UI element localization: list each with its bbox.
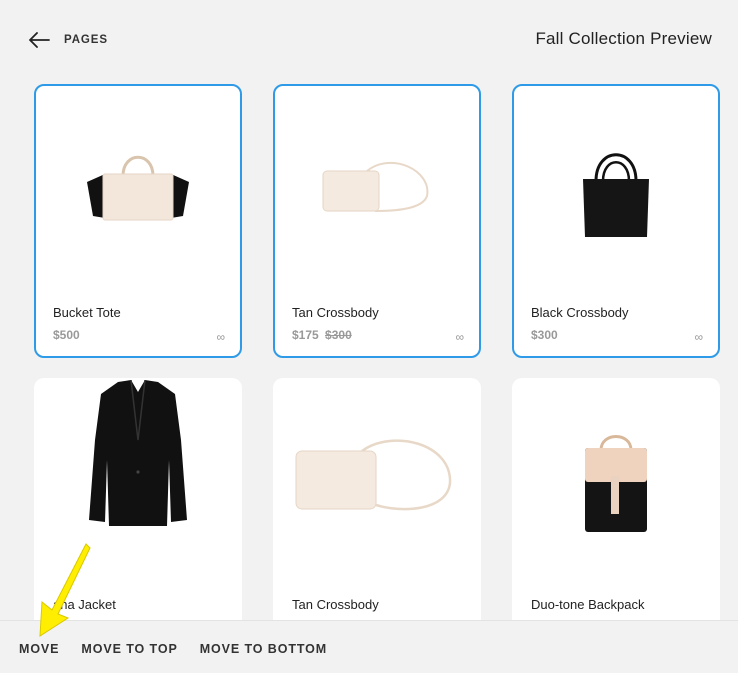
product-grid: Bucket Tote $500 ∞ Tan Crossbody $175 $3… (34, 84, 720, 638)
black-crossbody-image (514, 86, 718, 296)
back-label: PAGES (64, 34, 108, 46)
product-card[interactable]: Tan Crossbody (273, 378, 481, 638)
price: $300 (531, 328, 558, 342)
move-to-top-button[interactable]: MOVE TO TOP (81, 639, 177, 656)
backpack-image (514, 380, 718, 585)
product-card[interactable]: Black Crossbody $300 ∞ (512, 84, 720, 358)
product-price: $300 (531, 328, 558, 342)
product-card[interactable]: Tan Crossbody $175 $300 ∞ (273, 84, 481, 358)
product-name: Tan Crossbody (292, 597, 379, 612)
product-name: Black Crossbody (531, 305, 629, 320)
reorder-toolbar: MOVE MOVE TO TOP MOVE TO BOTTOM (0, 620, 738, 673)
arrow-left-icon (29, 32, 50, 48)
product-card[interactable]: Bucket Tote $500 ∞ (34, 84, 242, 358)
link-icon[interactable]: ∞ (455, 330, 464, 344)
product-name: Bucket Tote (53, 305, 121, 320)
yellow-arrow-pointer (39, 543, 91, 637)
price: $175 (292, 328, 319, 342)
product-price: $175 $300 (292, 328, 352, 342)
price: $500 (53, 328, 80, 342)
back-to-pages-link[interactable]: PAGES (28, 28, 108, 52)
product-card[interactable]: Duo-tone Backpack (512, 378, 720, 638)
product-name: Tan Crossbody (292, 305, 379, 320)
bucket-tote-image (36, 86, 240, 296)
move-button[interactable]: MOVE (19, 639, 59, 656)
tan-crossbody-image (275, 86, 479, 296)
original-price: $300 (325, 328, 352, 342)
header: PAGES Fall Collection Preview (0, 0, 738, 80)
link-icon[interactable]: ∞ (694, 330, 703, 344)
product-price: $500 (53, 328, 80, 342)
move-to-bottom-button[interactable]: MOVE TO BOTTOM (200, 639, 327, 656)
page-title: Fall Collection Preview (535, 29, 712, 48)
product-name: Duo-tone Backpack (531, 597, 645, 612)
link-icon[interactable]: ∞ (216, 330, 225, 344)
tan-crossbody-large-image (275, 380, 479, 585)
